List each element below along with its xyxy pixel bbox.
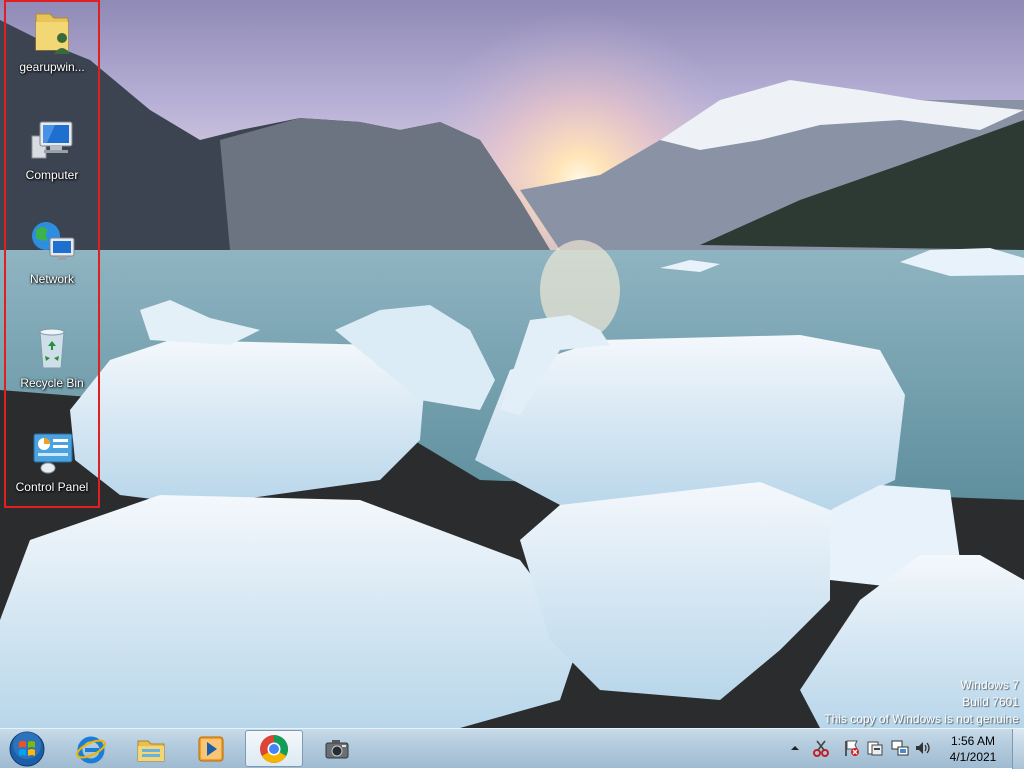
desktop-icon-control-panel[interactable]: Control Panel xyxy=(6,424,98,514)
user-folder-icon xyxy=(35,13,70,54)
wallpaper xyxy=(0,0,1024,728)
desktop-icon-recycle-bin[interactable]: Recycle Bin xyxy=(6,320,98,410)
volume-icon[interactable] xyxy=(914,739,932,757)
genuine-watermark: Windows 7 Build 7601 This copy of Window… xyxy=(824,677,1019,728)
chrome-icon xyxy=(260,734,288,763)
desktop-icon-label: Computer xyxy=(25,168,79,182)
desktop-icon-selection: gearupwin... Computer Network Recycle Bi… xyxy=(4,0,100,508)
desktop-icon-computer[interactable]: Computer xyxy=(6,112,98,202)
taskbar-snipping-camera[interactable] xyxy=(308,730,366,767)
desktop-icon-label: gearupwin... xyxy=(19,60,85,74)
watermark-os: Windows 7 xyxy=(960,678,1019,692)
desktop-icon-label: Recycle Bin xyxy=(20,376,84,390)
taskbar-chrome[interactable] xyxy=(245,730,303,767)
network-icon xyxy=(32,222,75,260)
desktop[interactable]: gearupwin... Computer Network Recycle Bi… xyxy=(0,0,1024,728)
start-orb-icon xyxy=(9,731,45,767)
taskbar: 1:56 AM 4/1/2021 xyxy=(0,728,1024,769)
internet-explorer-icon xyxy=(76,736,106,763)
start-button[interactable] xyxy=(8,730,46,768)
desktop-icon-network[interactable]: Network xyxy=(6,216,98,306)
taskbar-clock[interactable]: 1:56 AM 4/1/2021 xyxy=(936,733,1010,765)
flag-icon[interactable] xyxy=(843,739,861,757)
desktop-icon-label: Network xyxy=(29,272,74,286)
recycle-bin-icon xyxy=(39,328,65,369)
media-player-icon xyxy=(198,736,224,761)
control-panel-icon xyxy=(33,433,73,474)
clock-date: 4/1/2021 xyxy=(949,750,997,764)
scissors-icon[interactable] xyxy=(812,739,830,757)
taskbar-windows-explorer[interactable] xyxy=(122,730,180,767)
clock-time: 1:56 AM xyxy=(950,734,996,748)
network-tray-icon[interactable] xyxy=(891,739,909,757)
show-hidden-icons-arrow[interactable] xyxy=(789,739,801,757)
show-desktop-button[interactable] xyxy=(1012,729,1024,769)
snipping-camera-icon xyxy=(325,739,349,758)
action-center-icon[interactable] xyxy=(866,739,884,757)
taskbar-internet-explorer[interactable] xyxy=(62,730,120,767)
computer-icon xyxy=(31,121,73,159)
desktop-icon-user-folder[interactable]: gearupwin... xyxy=(6,4,98,94)
taskbar-media-player[interactable] xyxy=(182,730,240,767)
desktop-icon-label: Control Panel xyxy=(15,480,89,494)
watermark-notice: This copy of Windows is not genuine xyxy=(824,712,1019,726)
watermark-build: Build 7601 xyxy=(962,695,1019,709)
windows-explorer-icon xyxy=(137,740,165,761)
